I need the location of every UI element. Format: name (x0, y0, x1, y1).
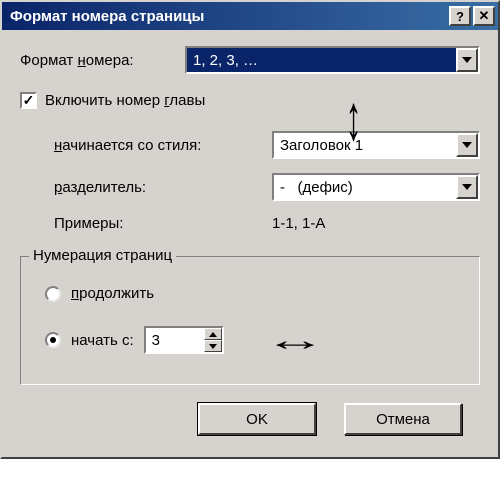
annotation-horizontal-arrow: ↔ (263, 323, 326, 357)
separator-value: - (дефис) (274, 175, 456, 199)
format-number-value: 1, 2, 3, … (187, 48, 456, 72)
dialog-window: Формат номера страницы ? ✕ Формат номера… (0, 0, 500, 459)
start-at-label: начать с: (71, 332, 134, 349)
continue-radio[interactable] (45, 286, 61, 302)
spinner-down[interactable] (204, 340, 222, 352)
continue-label: продолжить (71, 285, 154, 302)
chevron-down-icon[interactable] (456, 48, 478, 72)
check-icon: ✓ (23, 92, 35, 109)
start-at-spinner[interactable]: 3 (144, 326, 224, 354)
start-at-value[interactable]: 3 (146, 328, 204, 352)
titlebar-text: Формат номера страницы (10, 8, 449, 25)
cancel-button[interactable]: Отмена (344, 403, 462, 435)
ok-button[interactable]: OK (198, 403, 316, 435)
group-legend: Нумерация страниц (29, 247, 176, 264)
examples-value: 1-1, 1-A (272, 215, 325, 232)
titlebar[interactable]: Формат номера страницы ? ✕ (2, 2, 498, 30)
format-number-label: Формат номера: (20, 52, 185, 69)
separator-combo[interactable]: - (дефис) (272, 173, 480, 201)
page-numbering-group: Нумерация страниц продолжить начать с: 3 (20, 256, 480, 385)
help-button[interactable]: ? (449, 6, 471, 26)
starts-style-combo[interactable]: Заголовок 1 (272, 131, 480, 159)
spinner-up[interactable] (204, 328, 222, 340)
close-button[interactable]: ✕ (473, 6, 495, 26)
format-number-combo[interactable]: 1, 2, 3, … (185, 46, 480, 74)
start-at-radio[interactable] (45, 332, 61, 348)
annotation-vertical-arrow: ↕ (345, 79, 361, 155)
chevron-down-icon[interactable] (456, 175, 478, 199)
starts-style-value: Заголовок 1 (274, 133, 456, 157)
separator-label: разделитель: (54, 179, 272, 196)
chevron-down-icon[interactable] (456, 133, 478, 157)
include-chapter-checkbox[interactable]: ✓ (20, 92, 37, 109)
close-icon: ✕ (479, 8, 490, 24)
include-chapter-label: Включить номер главы (45, 92, 205, 109)
examples-label: Примеры: (54, 215, 272, 232)
starts-style-label: начинается со стиля: (54, 137, 272, 154)
